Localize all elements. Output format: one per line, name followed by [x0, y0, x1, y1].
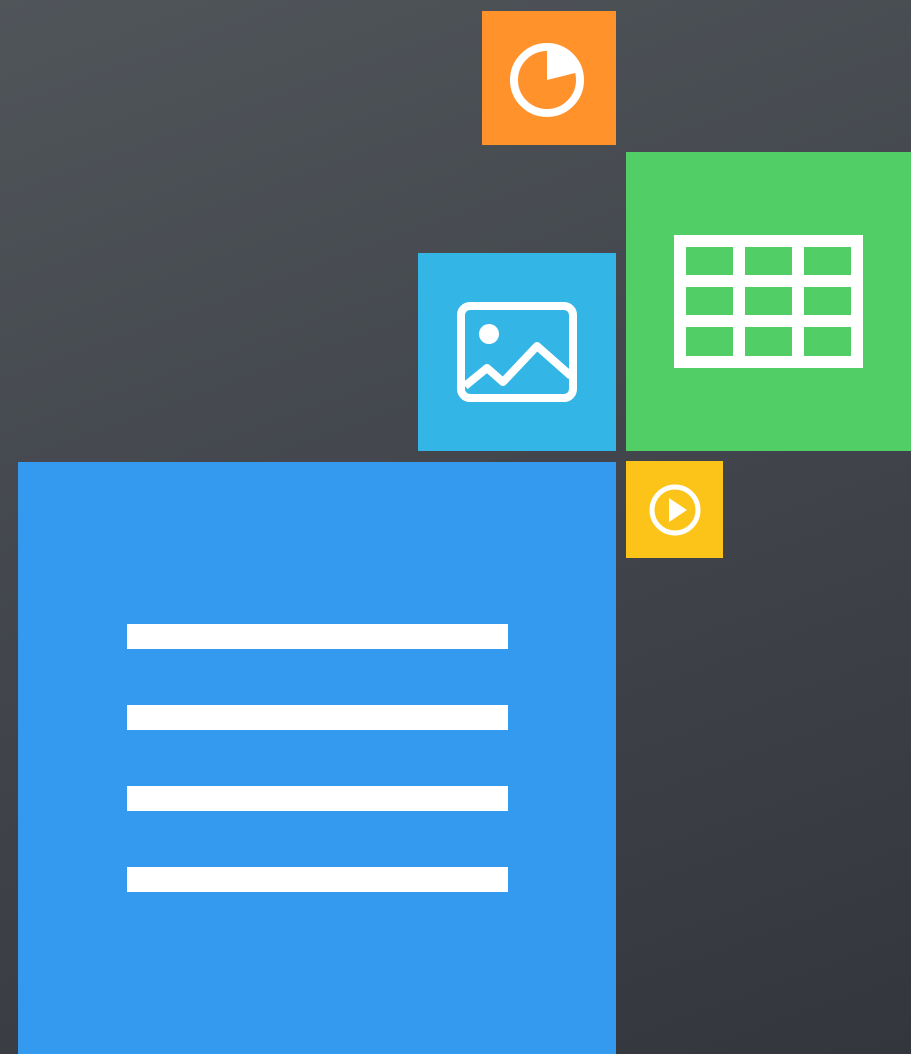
image-icon: [457, 302, 577, 402]
play-icon: [649, 484, 700, 535]
image-tile[interactable]: [418, 253, 616, 451]
start-screen: [0, 0, 911, 1054]
document-tile[interactable]: [18, 462, 616, 1054]
table-icon: [674, 235, 863, 368]
chart-tile[interactable]: [482, 11, 616, 145]
pie-chart-icon: [510, 43, 584, 117]
table-tile[interactable]: [626, 152, 911, 451]
document-icon: [126, 624, 508, 892]
video-tile[interactable]: [626, 461, 723, 558]
